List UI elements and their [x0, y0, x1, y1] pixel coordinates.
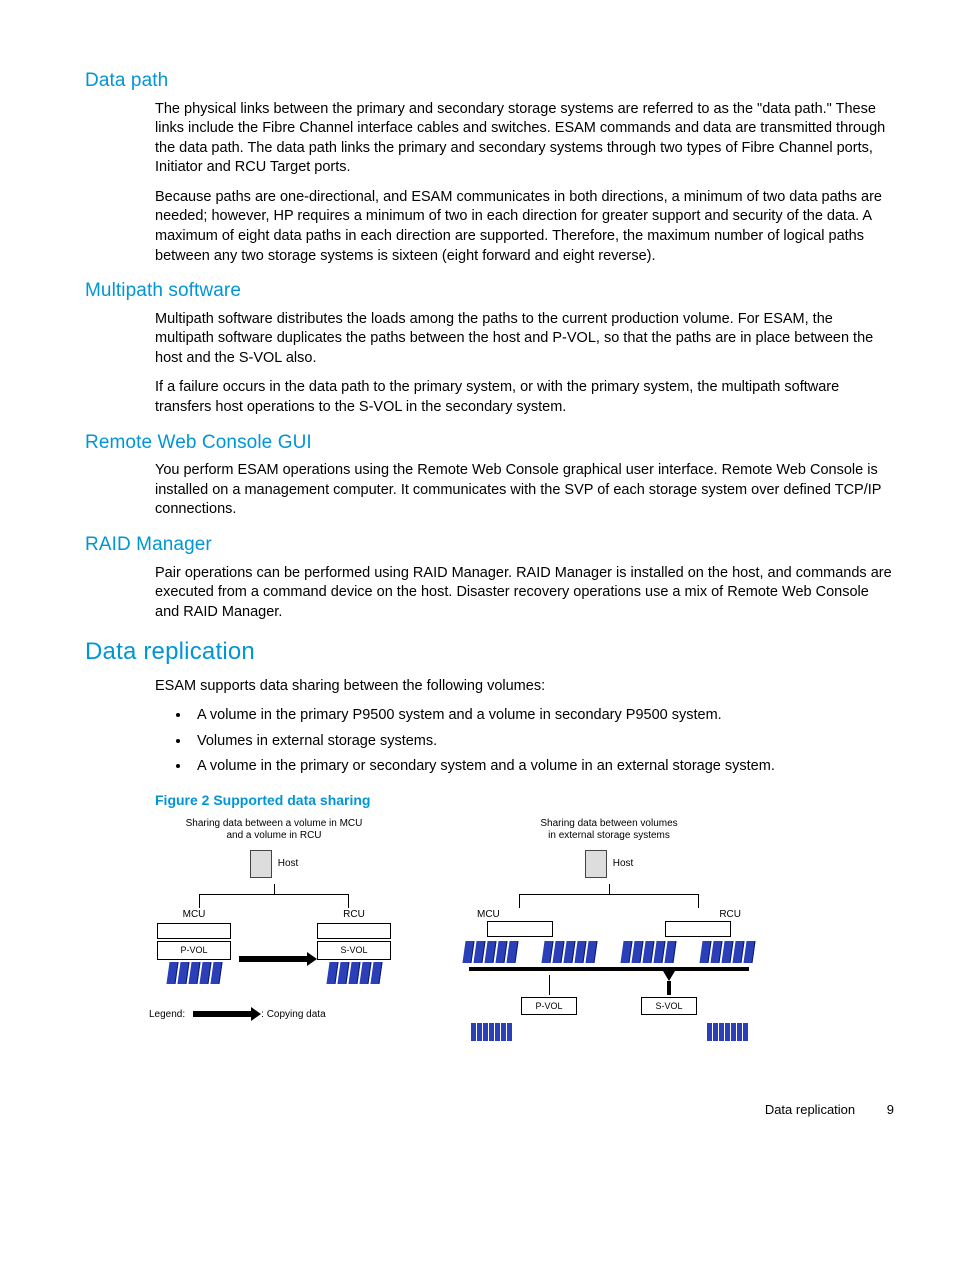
rcu-label: RCU [719, 908, 741, 922]
pvol-box: P-VOL [521, 997, 577, 1015]
copy-arrow-icon [239, 956, 309, 962]
rcu-label: RCU [317, 908, 391, 922]
raid-box-icon [487, 921, 553, 937]
list-item: A volume in the primary P9500 system and… [191, 706, 894, 726]
mcu-label: MCU [477, 908, 500, 922]
external-storage-icon [461, 1021, 521, 1041]
raid-box-icon [317, 923, 391, 939]
bullet-list: A volume in the primary P9500 system and… [173, 706, 894, 777]
raid-box-icon [157, 923, 231, 939]
raid-box-icon [665, 921, 731, 937]
host-icon [585, 850, 607, 878]
svol-box: S-VOL [641, 997, 697, 1015]
diagram-title-line: Sharing data between volumes [540, 818, 677, 829]
legend-arrow-icon [193, 1011, 253, 1017]
heading-rwc: Remote Web Console GUI [85, 430, 894, 456]
disk-array-icon [699, 941, 757, 963]
para: You perform ESAM operations using the Re… [155, 461, 894, 520]
para: ESAM supports data sharing between the f… [155, 677, 894, 697]
disk-array-icon [461, 941, 519, 963]
host-label: Host [278, 857, 299, 871]
figure-diagram: Sharing data between a volume in MCU and… [149, 818, 894, 1042]
para: The physical links between the primary a… [155, 100, 894, 178]
disk-array-icon [317, 962, 391, 984]
pvol-box: P-VOL [157, 941, 231, 959]
disk-array-icon [620, 941, 678, 963]
heading-data-path: Data path [85, 68, 894, 94]
mcu-unit: MCU P-VOL [157, 908, 231, 984]
footer-section: Data replication [765, 1102, 855, 1117]
host-label: Host [613, 857, 634, 871]
para: Pair operations can be performed using R… [155, 564, 894, 623]
svol-box: S-VOL [317, 941, 391, 959]
legend: Legend: : Copying data [149, 1008, 399, 1022]
page-footer: Data replication 9 [85, 1101, 894, 1119]
disk-array-icon [157, 962, 231, 984]
mcu-label: MCU [157, 908, 231, 922]
external-storage-icon [697, 1021, 757, 1041]
legend-text: : Copying data [261, 1008, 326, 1022]
list-item: Volumes in external storage systems. [191, 732, 894, 752]
diagram-title-line: Sharing data between a volume in MCU [186, 818, 363, 829]
heading-data-replication: Data replication [85, 636, 894, 668]
diagram-title-line: and a volume in RCU [226, 830, 321, 841]
disk-array-icon [540, 941, 598, 963]
para: Multipath software distributes the loads… [155, 310, 894, 369]
diagram-right: Sharing data between volumes in external… [459, 818, 759, 1042]
heading-raid-manager: RAID Manager [85, 532, 894, 558]
footer-page-number: 9 [887, 1101, 894, 1119]
para: Because paths are one-directional, and E… [155, 188, 894, 266]
host-icon [250, 850, 272, 878]
diagram-title-line: in external storage systems [548, 830, 670, 841]
list-item: A volume in the primary or secondary sys… [191, 757, 894, 777]
diagram-left: Sharing data between a volume in MCU and… [149, 818, 399, 1042]
para: If a failure occurs in the data path to … [155, 378, 894, 417]
thick-path-icon [469, 967, 749, 971]
heading-multipath: Multipath software [85, 278, 894, 304]
rcu-unit: RCU S-VOL [317, 908, 391, 984]
figure-caption: Figure 2 Supported data sharing [155, 791, 894, 810]
legend-label: Legend: [149, 1008, 185, 1022]
